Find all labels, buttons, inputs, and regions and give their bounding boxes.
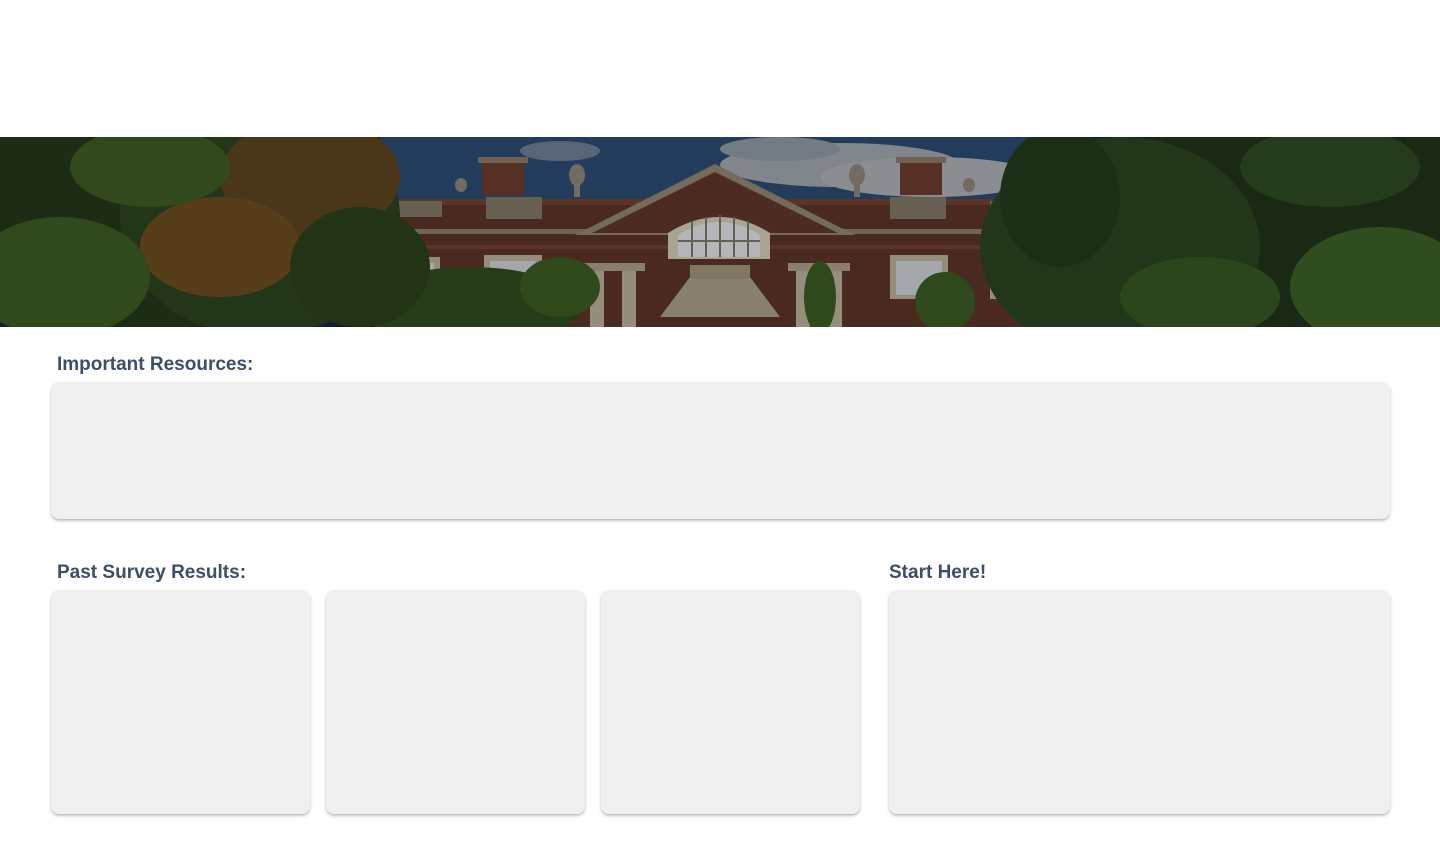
start-here-heading: Start Here! [889, 562, 987, 583]
start-here-card[interactable] [889, 590, 1390, 814]
survey-result-card[interactable] [601, 590, 860, 814]
important-resources-heading: Important Resources: [57, 354, 254, 375]
survey-result-card[interactable] [326, 590, 585, 814]
top-bar [0, 0, 1440, 137]
important-resources-card[interactable] [51, 382, 1390, 519]
past-survey-results-heading: Past Survey Results: [57, 562, 247, 583]
hero-banner-image [0, 137, 1440, 327]
survey-result-card[interactable] [51, 590, 310, 814]
